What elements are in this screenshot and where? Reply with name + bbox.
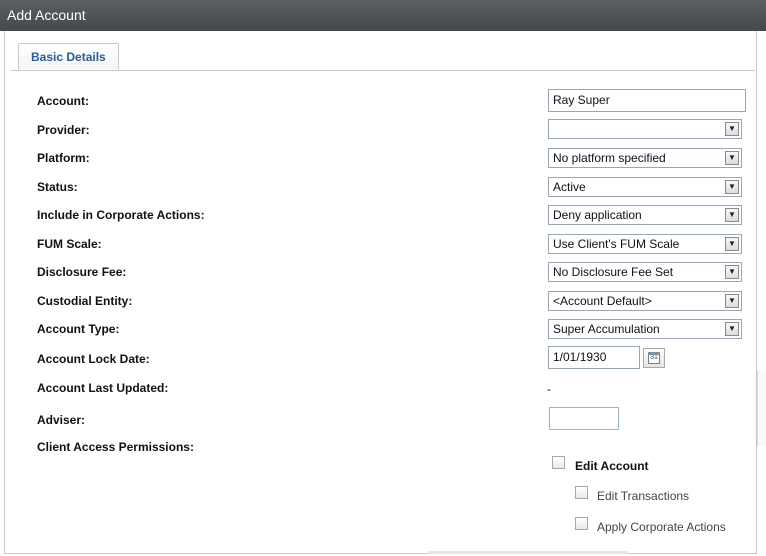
- provider-label: Provider:: [37, 123, 90, 137]
- chevron-down-icon[interactable]: ▼: [725, 237, 739, 251]
- corporate-actions-select-value: Deny application: [553, 208, 642, 222]
- calendar-picker-button[interactable]: 31: [643, 348, 665, 368]
- tab-basic-details[interactable]: Basic Details: [18, 43, 119, 70]
- platform-label: Platform:: [37, 151, 90, 165]
- client-access-permissions-label: Client Access Permissions:: [37, 440, 194, 454]
- custodial-entity-select-value: <Account Default>: [553, 294, 652, 308]
- fum-scale-select[interactable]: Use Client's FUM Scale ▼: [548, 234, 742, 254]
- account-lock-date-label: Account Lock Date:: [37, 352, 150, 366]
- window-title-bar: Add Account: [0, 0, 766, 31]
- edit-transactions-label: Edit Transactions: [597, 489, 690, 503]
- account-type-select[interactable]: Super Accumulation ▼: [548, 319, 742, 339]
- platform-select-value: No platform specified: [553, 151, 666, 165]
- edit-account-checkbox[interactable]: [552, 456, 565, 469]
- disclosure-fee-label: Disclosure Fee:: [37, 265, 127, 279]
- chevron-down-icon[interactable]: ▼: [725, 322, 739, 336]
- adviser-label: Adviser:: [37, 413, 86, 427]
- calendar-icon: 31: [648, 352, 660, 364]
- platform-select[interactable]: No platform specified ▼: [548, 148, 742, 168]
- fum-scale-select-value: Use Client's FUM Scale: [553, 237, 680, 251]
- corporate-actions-select[interactable]: Deny application ▼: [548, 205, 742, 225]
- chevron-down-icon[interactable]: ▼: [725, 265, 739, 279]
- adviser-input[interactable]: [549, 407, 619, 430]
- window-title: Add Account: [7, 7, 86, 23]
- account-input-value: Ray Super: [553, 93, 610, 107]
- chevron-down-icon[interactable]: ▼: [725, 122, 739, 136]
- chevron-down-icon[interactable]: ▼: [725, 151, 739, 165]
- scrollbar-track[interactable]: [757, 371, 766, 446]
- provider-select[interactable]: ▼: [548, 119, 742, 139]
- disclosure-fee-select-value: No Disclosure Fee Set: [553, 265, 674, 279]
- account-input[interactable]: Ray Super: [548, 89, 746, 112]
- edit-account-label: Edit Account: [575, 459, 649, 473]
- custodial-entity-label: Custodial Entity:: [37, 294, 133, 308]
- apply-corporate-actions-label: Apply Corporate Actions: [597, 520, 726, 534]
- edit-transactions-checkbox[interactable]: [575, 486, 588, 499]
- account-lock-date-input[interactable]: 1/01/1930: [548, 346, 640, 369]
- disclosure-fee-select[interactable]: No Disclosure Fee Set ▼: [548, 262, 742, 282]
- corporate-actions-label: Include in Corporate Actions:: [37, 208, 205, 222]
- chevron-down-icon[interactable]: ▼: [725, 180, 739, 194]
- status-select-value: Active: [553, 180, 586, 194]
- status-select[interactable]: Active ▼: [548, 177, 742, 197]
- status-label: Status:: [37, 180, 78, 194]
- fum-scale-label: FUM Scale:: [37, 237, 102, 251]
- account-lock-date-value: 1/01/1930: [553, 350, 607, 364]
- apply-corporate-actions-checkbox[interactable]: [575, 517, 588, 530]
- account-type-label: Account Type:: [37, 322, 120, 336]
- custodial-entity-select[interactable]: <Account Default> ▼: [548, 291, 742, 311]
- account-type-select-value: Super Accumulation: [553, 322, 660, 336]
- chevron-down-icon[interactable]: ▼: [725, 208, 739, 222]
- chevron-down-icon[interactable]: ▼: [725, 294, 739, 308]
- bottom-divider: [428, 551, 628, 554]
- tab-strip: Basic Details: [11, 40, 755, 71]
- account-last-updated-label: Account Last Updated:: [37, 381, 169, 395]
- account-last-updated-value: -: [547, 382, 551, 396]
- account-label: Account:: [37, 94, 89, 108]
